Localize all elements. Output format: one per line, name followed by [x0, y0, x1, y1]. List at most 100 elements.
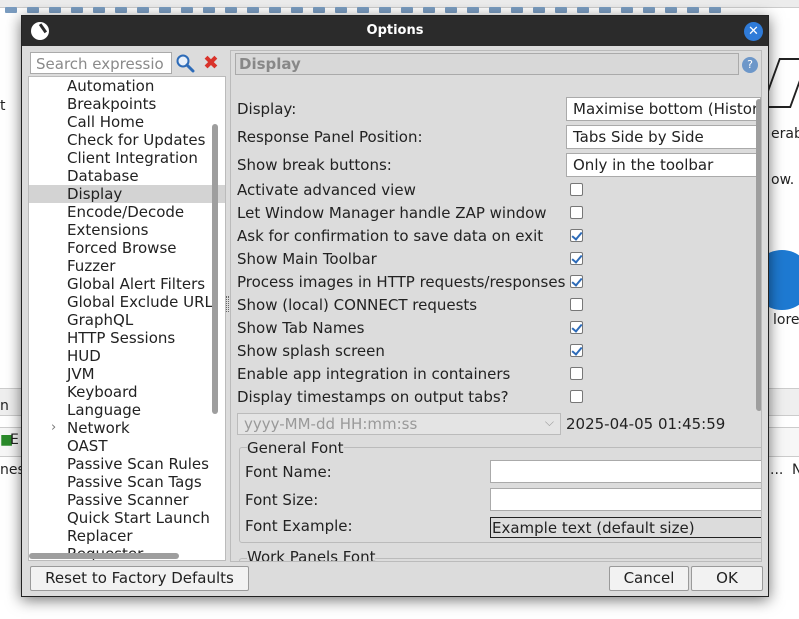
- checkbox-label: Show Main Toolbar: [237, 250, 377, 268]
- option-checkbox[interactable]: [570, 321, 583, 334]
- tree-item[interactable]: Keyboard: [29, 383, 225, 401]
- option-checkbox[interactable]: [570, 367, 583, 380]
- tree-item[interactable]: › Network: [29, 419, 225, 437]
- tree-item[interactable]: Passive Scan Tags: [29, 473, 225, 491]
- background-text: N: [792, 462, 799, 478]
- cancel-button[interactable]: Cancel: [609, 566, 689, 591]
- search-input[interactable]: Search expressio: [30, 52, 172, 74]
- tree-item-label: Network: [67, 419, 130, 437]
- tree-item[interactable]: Display: [29, 185, 225, 203]
- general-font-legend: General Font: [247, 439, 344, 457]
- tree-item[interactable]: Database: [29, 167, 225, 185]
- work-panels-font-legend: Work Panels Font: [247, 548, 376, 561]
- tree-item-label: Extensions: [67, 221, 149, 239]
- tree-item-label: JVM: [67, 365, 95, 383]
- tree-item-label: Forced Browse: [67, 239, 177, 257]
- display-options-panel: Display ? Display: Maximise bottom (Hist…: [230, 50, 762, 562]
- tree-item[interactable]: Automation: [29, 77, 225, 95]
- help-icon[interactable]: ?: [742, 57, 758, 73]
- timestamp-example: 2025-04-05 01:45:59: [566, 415, 726, 433]
- option-checkbox[interactable]: [570, 183, 583, 196]
- background-text: ow.: [771, 172, 795, 188]
- tree-item-label: Encode/Decode: [67, 203, 185, 221]
- response-panel-position-label: Response Panel Position:: [237, 128, 423, 146]
- tree-item-label: Quick Start Launch: [67, 509, 210, 527]
- tree-item[interactable]: Encode/Decode: [29, 203, 225, 221]
- timestamp-format-select[interactable]: yyyy-MM-dd HH:mm:ss ⌵: [237, 413, 561, 435]
- tree-item-label: Database: [67, 167, 139, 185]
- font-size-field[interactable]: [490, 488, 761, 511]
- option-checkbox[interactable]: [570, 298, 583, 311]
- display-select[interactable]: Maximise bottom (Histor: [566, 97, 761, 121]
- tree-item-label: Passive Scanner: [67, 491, 189, 509]
- background-text: ...: [770, 462, 784, 478]
- tree-horizontal-scrollbar[interactable]: [29, 553, 179, 559]
- background-toolbar: [0, 0, 799, 13]
- chevron-right-icon[interactable]: ›: [51, 419, 56, 437]
- tree-item[interactable]: Call Home: [29, 113, 225, 131]
- option-checkbox[interactable]: [570, 229, 583, 242]
- font-size-label: Font Size:: [245, 491, 319, 509]
- chevron-down-icon: ⌵: [544, 415, 554, 429]
- options-tree[interactable]: Automation Breakpoints Call Home Check for …: [28, 76, 226, 561]
- dialog-title: Options: [366, 23, 424, 38]
- tree-item[interactable]: Replacer: [29, 527, 225, 545]
- checkbox-label: Show Tab Names: [237, 319, 365, 337]
- background-text: t: [0, 98, 6, 114]
- tree-item[interactable]: HUD: [29, 347, 225, 365]
- font-name-field[interactable]: [490, 460, 761, 483]
- search-icon[interactable]: [175, 53, 197, 73]
- tree-item-label: Automation: [67, 77, 155, 95]
- tree-item[interactable]: Check for Updates: [29, 131, 225, 149]
- background-text: E: [10, 432, 19, 448]
- show-break-buttons-select[interactable]: Only in the toolbar: [566, 153, 761, 177]
- tree-item[interactable]: Quick Start Launch: [29, 509, 225, 527]
- response-panel-position-select[interactable]: Tabs Side by Side: [566, 125, 761, 149]
- checkbox-label: Let Window Manager handle ZAP window: [237, 204, 547, 222]
- timestamp-format-value: yyyy-MM-dd HH:mm:ss: [244, 415, 418, 433]
- tree-item[interactable]: Language: [29, 401, 225, 419]
- close-icon[interactable]: ✕: [744, 22, 763, 41]
- tree-item[interactable]: Client Integration: [29, 149, 225, 167]
- tree-item[interactable]: OAST: [29, 437, 225, 455]
- clear-search-icon[interactable]: ✖: [201, 53, 221, 73]
- panel-vertical-scrollbar[interactable]: [756, 99, 761, 411]
- show-break-buttons-label: Show break buttons:: [237, 156, 392, 174]
- tree-item[interactable]: Global Exclude URL: [29, 293, 225, 311]
- font-example-text: Example text (default size): [490, 517, 761, 538]
- tree-item[interactable]: Extensions: [29, 221, 225, 239]
- checkbox-label: Activate advanced view: [237, 181, 416, 199]
- dialog-titlebar[interactable]: Options ✕: [22, 16, 768, 46]
- tree-item[interactable]: Global Alert Filters: [29, 275, 225, 293]
- option-checkbox[interactable]: [570, 206, 583, 219]
- checkbox-label: Show (local) CONNECT requests: [237, 296, 478, 314]
- option-checkbox[interactable]: [570, 344, 583, 357]
- option-checkbox[interactable]: [570, 252, 583, 265]
- display-label: Display:: [237, 100, 297, 118]
- tree-item[interactable]: Forced Browse: [29, 239, 225, 257]
- tree-item-label: Global Exclude URL: [67, 293, 213, 311]
- tree-item[interactable]: HTTP Sessions: [29, 329, 225, 347]
- option-checkbox[interactable]: [570, 275, 583, 288]
- tree-vertical-scrollbar[interactable]: [212, 124, 218, 414]
- reset-to-factory-defaults-button[interactable]: Reset to Factory Defaults: [30, 566, 249, 591]
- tree-item[interactable]: Passive Scanner: [29, 491, 225, 509]
- font-example-label: Font Example:: [245, 517, 353, 535]
- option-checkbox[interactable]: [570, 390, 583, 403]
- background-text: lore: [773, 312, 799, 328]
- tree-item-label: Call Home: [67, 113, 145, 131]
- panel-header: Display: [235, 53, 739, 75]
- tree-item[interactable]: Passive Scan Rules: [29, 455, 225, 473]
- tree-item[interactable]: JVM: [29, 365, 225, 383]
- tree-item[interactable]: GraphQL: [29, 311, 225, 329]
- tree-item-label: Passive Scan Rules: [67, 455, 209, 473]
- tree-item[interactable]: Fuzzer: [29, 257, 225, 275]
- tree-item-label: Display: [67, 185, 123, 203]
- ok-button[interactable]: OK: [691, 566, 763, 591]
- tree-item-label: Language: [67, 401, 142, 419]
- tree-item[interactable]: Breakpoints: [29, 95, 225, 113]
- tree-item-label: Check for Updates: [67, 131, 206, 149]
- tree-item-label: Keyboard: [67, 383, 138, 401]
- split-pane-divider[interactable]: [226, 296, 229, 312]
- tree-item-label: HTTP Sessions: [67, 329, 176, 347]
